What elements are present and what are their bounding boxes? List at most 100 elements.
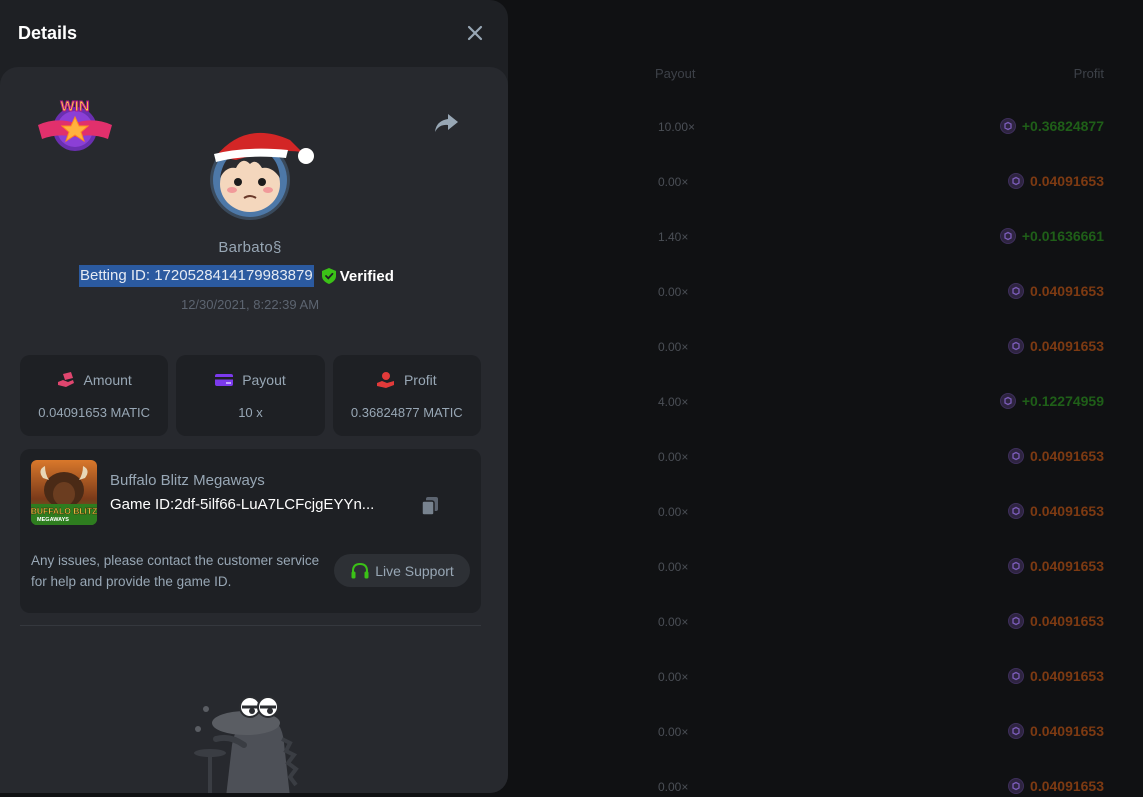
game-name: Buffalo Blitz Megaways xyxy=(110,472,265,489)
close-icon xyxy=(467,25,483,41)
row-payout: 0.00× xyxy=(658,450,689,464)
row-profit-value: +0.01636661 xyxy=(1021,228,1104,244)
row-profit: +0.12274959 xyxy=(999,393,1104,409)
panel-title: Details xyxy=(18,23,78,43)
row-profit-value: +0.12274959 xyxy=(1021,393,1104,409)
row-profit-value: 0.04091653 xyxy=(1030,338,1104,354)
matic-coin-icon xyxy=(999,118,1016,134)
live-support-label: Live Support xyxy=(375,562,454,579)
row-profit: +0.36824877 xyxy=(999,118,1104,134)
row-profit: 0.04091653 xyxy=(1008,778,1104,794)
table-row[interactable]: 4.00× +0.12274959 xyxy=(508,393,1143,413)
table-row[interactable]: 0.00× 0.04091653 xyxy=(508,283,1143,303)
table-header: Payout Profit xyxy=(508,66,1143,82)
table-row[interactable]: 1.40× +0.01636661 xyxy=(508,228,1143,248)
matic-coin-icon xyxy=(999,393,1016,409)
table-row[interactable]: 0.00× 0.04091653 xyxy=(508,778,1143,797)
copy-icon xyxy=(421,497,438,516)
matic-coin-icon xyxy=(1008,668,1025,684)
betting-id[interactable]: Betting ID: 1720528414179983879 xyxy=(79,265,314,287)
row-profit-value: 0.04091653 xyxy=(1030,778,1104,794)
username: Barbato§ xyxy=(218,239,282,256)
row-profit: 0.04091653 xyxy=(1008,613,1104,629)
row-profit: 0.04091653 xyxy=(1008,723,1104,739)
row-payout: 1.40× xyxy=(658,230,689,244)
row-payout: 0.00× xyxy=(658,615,689,629)
user-avatar xyxy=(210,132,314,220)
profit-label: Profit xyxy=(403,372,437,388)
matic-coin-icon xyxy=(1008,173,1025,189)
share-icon xyxy=(435,114,458,132)
profit-value: 0.36824877 MATIC xyxy=(350,405,463,420)
row-profit-value: 0.04091653 xyxy=(1030,558,1104,574)
row-profit: 0.04091653 xyxy=(1008,173,1104,189)
matic-coin-icon xyxy=(1008,558,1025,574)
row-payout: 4.00× xyxy=(658,395,689,409)
live-support-button[interactable]: Live Support xyxy=(334,554,470,587)
details-panel: Details WIN Barbato§ Betting ID: 1720528… xyxy=(0,0,508,793)
row-profit: +0.01636661 xyxy=(999,228,1104,244)
matic-coin-icon xyxy=(1008,723,1025,739)
row-profit: 0.04091653 xyxy=(1008,338,1104,354)
money-hand-icon xyxy=(57,372,74,387)
copy-game-id-button[interactable] xyxy=(421,496,439,516)
close-button[interactable] xyxy=(464,22,486,44)
row-payout: 0.00× xyxy=(658,560,689,574)
game-thumbnail[interactable]: BUFFALO BLITZ MEGAWAYS xyxy=(31,460,97,525)
bet-stats: Amount 0.04091653 MATIC Payout 10 x Prof… xyxy=(20,355,481,436)
payout-stat: Payout 10 x xyxy=(176,355,325,436)
table-row[interactable]: 0.00× 0.04091653 xyxy=(508,448,1143,468)
table-row[interactable]: 0.00× 0.04091653 xyxy=(508,338,1143,358)
bet-details-card: WIN Barbato§ Betting ID: 172052841417998… xyxy=(0,67,508,793)
row-profit-value: 0.04091653 xyxy=(1030,173,1104,189)
profit-stat: Profit 0.36824877 MATIC xyxy=(332,355,481,436)
row-payout: 0.00× xyxy=(658,725,689,739)
svg-text:WIN: WIN xyxy=(60,98,89,115)
row-profit: 0.04091653 xyxy=(1008,448,1104,464)
row-payout: 0.00× xyxy=(658,175,689,189)
row-profit: 0.04091653 xyxy=(1008,283,1104,299)
game-id: Game ID:2df-5ilf66-LuA7LCFcjgEYYn... xyxy=(110,496,410,513)
amount-stat: Amount 0.04091653 MATIC xyxy=(20,355,169,436)
row-payout: 0.00× xyxy=(658,670,689,684)
crocodile-mascot-icon xyxy=(194,696,299,793)
payout-column-header: Payout xyxy=(655,66,696,81)
row-profit: 0.04091653 xyxy=(1008,503,1104,519)
row-profit: 0.04091653 xyxy=(1008,668,1104,684)
table-row[interactable]: 0.00× 0.04091653 xyxy=(508,668,1143,688)
bet-history-table: Payout Profit 10.00× +0.36824877 0.00× 0.04… xyxy=(508,0,1143,797)
matic-coin-icon xyxy=(1008,448,1025,464)
game-id-value: 2df-5ilf66-LuA7LCFcjgEYYn... xyxy=(174,496,375,513)
game-info-box: BUFFALO BLITZ MEGAWAYS Buffalo Blitz Meg… xyxy=(20,449,481,613)
table-row[interactable]: 0.00× 0.04091653 xyxy=(508,558,1143,578)
share-button[interactable] xyxy=(433,112,459,134)
row-payout: 0.00× xyxy=(658,340,689,354)
matic-coin-icon xyxy=(1008,613,1025,629)
table-row[interactable]: 0.00× 0.04091653 xyxy=(508,613,1143,633)
matic-coin-icon xyxy=(999,228,1016,244)
amount-value: 0.04091653 MATIC xyxy=(38,405,151,420)
win-badge-icon: WIN xyxy=(38,98,112,151)
table-row[interactable]: 0.00× 0.04091653 xyxy=(508,173,1143,193)
row-payout: 0.00× xyxy=(658,285,689,299)
matic-coin-icon xyxy=(1008,338,1025,354)
table-row[interactable]: 0.00× 0.04091653 xyxy=(508,503,1143,523)
table-row[interactable]: 0.00× 0.04091653 xyxy=(508,723,1143,743)
row-profit: 0.04091653 xyxy=(1008,558,1104,574)
row-payout: 0.00× xyxy=(658,780,689,794)
verified-label: Verified xyxy=(339,267,394,285)
matic-coin-icon xyxy=(1008,283,1025,299)
payout-label: Payout xyxy=(242,372,286,388)
profit-hand-icon xyxy=(376,372,394,388)
matic-coin-icon xyxy=(1008,503,1025,519)
svg-text:MEGAWAYS: MEGAWAYS xyxy=(37,517,69,523)
row-profit-value: 0.04091653 xyxy=(1030,723,1104,739)
row-payout: 0.00× xyxy=(658,505,689,519)
amount-label: Amount xyxy=(83,372,132,388)
verified-badge: Verified xyxy=(321,267,394,285)
table-row[interactable]: 10.00× +0.36824877 xyxy=(508,118,1143,138)
row-payout: 10.00× xyxy=(658,120,696,134)
svg-text:BUFFALO BLITZ: BUFFALO BLITZ xyxy=(31,506,97,516)
profit-column-header: Profit xyxy=(1073,66,1104,81)
matic-coin-icon xyxy=(1008,778,1025,794)
